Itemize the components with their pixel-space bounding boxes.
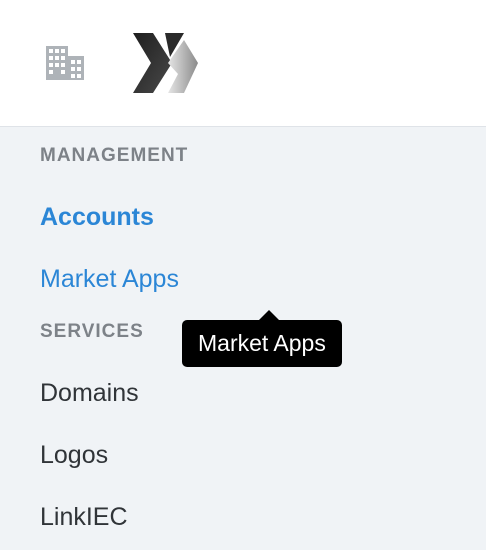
sidebar-item-linkiec[interactable]: LinkIEC [40, 503, 128, 532]
tooltip: Market Apps [182, 320, 342, 367]
top-bar [0, 0, 486, 127]
tooltip-text: Market Apps [198, 330, 326, 356]
section-label-management: MANAGEMENT [40, 145, 189, 166]
section-label-services: SERVICES [40, 321, 144, 342]
sidebar-item-accounts[interactable]: Accounts [40, 203, 154, 232]
building-icon[interactable] [44, 44, 86, 82]
sidebar-item-logos[interactable]: Logos [40, 441, 108, 470]
sidebar-item-market-apps[interactable]: Market Apps [40, 265, 179, 294]
x-logo-icon[interactable] [128, 30, 200, 96]
sidebar-item-domains[interactable]: Domains [40, 379, 139, 408]
